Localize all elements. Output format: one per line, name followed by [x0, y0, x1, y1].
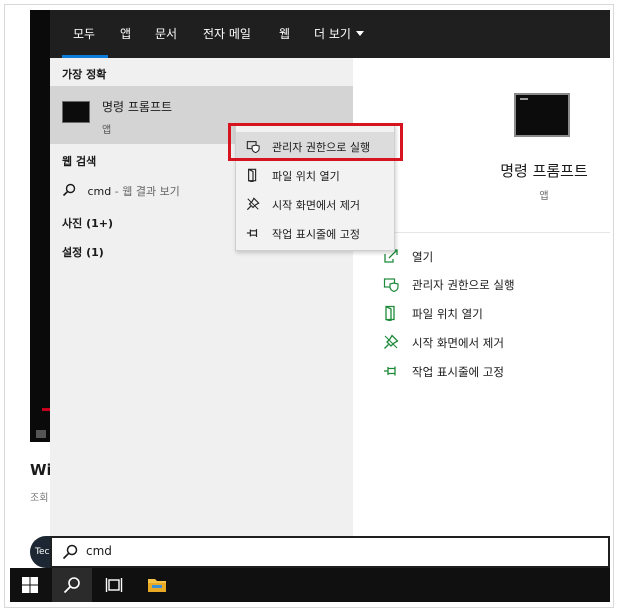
tab-email[interactable]: 전자 메일 [203, 25, 251, 42]
background-title: Wi [30, 461, 52, 479]
context-unpin-from-start[interactable]: 시작 화면에서 제거 [236, 190, 394, 218]
action-pin-to-taskbar-label: 작업 표시줄에 고정 [412, 365, 504, 379]
details-divider [372, 232, 610, 233]
search-filter-bar: 모두 앱 문서 전자 메일 웹 더 보기 [50, 10, 610, 58]
action-open-file-location[interactable]: 파일 위치 열기 [383, 305, 583, 323]
file-explorer-icon [148, 579, 166, 592]
context-open-file-location-label: 파일 위치 열기 [272, 170, 340, 183]
folder-location-icon [248, 168, 257, 182]
action-pin-to-taskbar[interactable]: 작업 표시줄에 고정 [383, 363, 583, 381]
unpin-icon [246, 197, 260, 211]
tab-apps[interactable]: 앱 [120, 25, 131, 42]
details-subtitle: 앱 [539, 191, 549, 202]
web-search-query: cmd [87, 185, 112, 198]
action-unpin-from-start[interactable]: 시작 화면에서 제거 [383, 334, 583, 352]
context-pin-to-taskbar-label: 작업 표시줄에 고정 [272, 228, 360, 241]
best-match-title: 명령 프롬프트 [102, 100, 173, 114]
action-open[interactable]: 열기 [383, 248, 583, 266]
highlight-annotation-box [228, 123, 403, 161]
context-open-file-location[interactable]: 파일 위치 열기 [236, 161, 394, 189]
settings-header[interactable]: 설정 (1) [62, 244, 104, 260]
start-button[interactable] [10, 568, 50, 602]
command-prompt-large-icon [514, 93, 570, 137]
command-prompt-icon [62, 101, 90, 123]
taskbar-search-button[interactable] [52, 568, 92, 602]
search-icon [62, 544, 78, 560]
tab-more-label: 더 보기 [314, 27, 351, 41]
tab-more[interactable]: 더 보기 [314, 25, 364, 42]
tab-documents[interactable]: 문서 [155, 25, 177, 42]
background-window-strip [30, 10, 50, 442]
action-open-label: 열기 [412, 250, 434, 264]
action-open-file-location-label: 파일 위치 열기 [412, 307, 483, 321]
chevron-down-icon [355, 31, 364, 36]
background-small-icon [36, 430, 46, 438]
action-run-as-admin[interactable]: 관리자 권한으로 실행 [383, 276, 583, 294]
folder-location-icon [385, 305, 395, 321]
action-unpin-from-start-label: 시작 화면에서 제거 [412, 336, 504, 350]
pin-icon [246, 229, 258, 237]
background-subtitle: 조회 [30, 493, 49, 504]
best-match-subtitle: 앱 [102, 125, 112, 136]
context-unpin-from-start-label: 시작 화면에서 제거 [272, 199, 360, 212]
pin-icon [384, 366, 396, 376]
search-box[interactable]: cmd [50, 536, 610, 568]
background-red-line [42, 408, 50, 411]
web-search-suffix: - 웹 결과 보기 [111, 185, 180, 198]
context-pin-to-taskbar[interactable]: 작업 표시줄에 고정 [236, 219, 394, 247]
tab-web[interactable]: 웹 [279, 25, 290, 42]
details-title: 명령 프롬프트 [500, 162, 588, 180]
unpin-icon [384, 334, 399, 349]
taskbar [10, 568, 610, 602]
web-search-header: 웹 검색 [62, 155, 97, 168]
tab-all[interactable]: 모두 [73, 25, 95, 42]
action-run-as-admin-label: 관리자 권한으로 실행 [412, 278, 515, 292]
photos-header[interactable]: 사진 (1+) [62, 215, 113, 231]
search-input[interactable]: cmd [86, 544, 112, 558]
web-search-item[interactable]: cmd - 웹 결과 보기 [62, 183, 180, 199]
best-match-header: 가장 정확 [62, 68, 107, 81]
search-icon [62, 183, 76, 197]
file-explorer-button[interactable] [136, 568, 176, 602]
task-view-button[interactable] [94, 568, 134, 602]
task-view-icon [105, 578, 123, 592]
windows-logo-icon [22, 577, 38, 593]
search-icon [63, 577, 80, 594]
shield-icon [383, 278, 399, 292]
